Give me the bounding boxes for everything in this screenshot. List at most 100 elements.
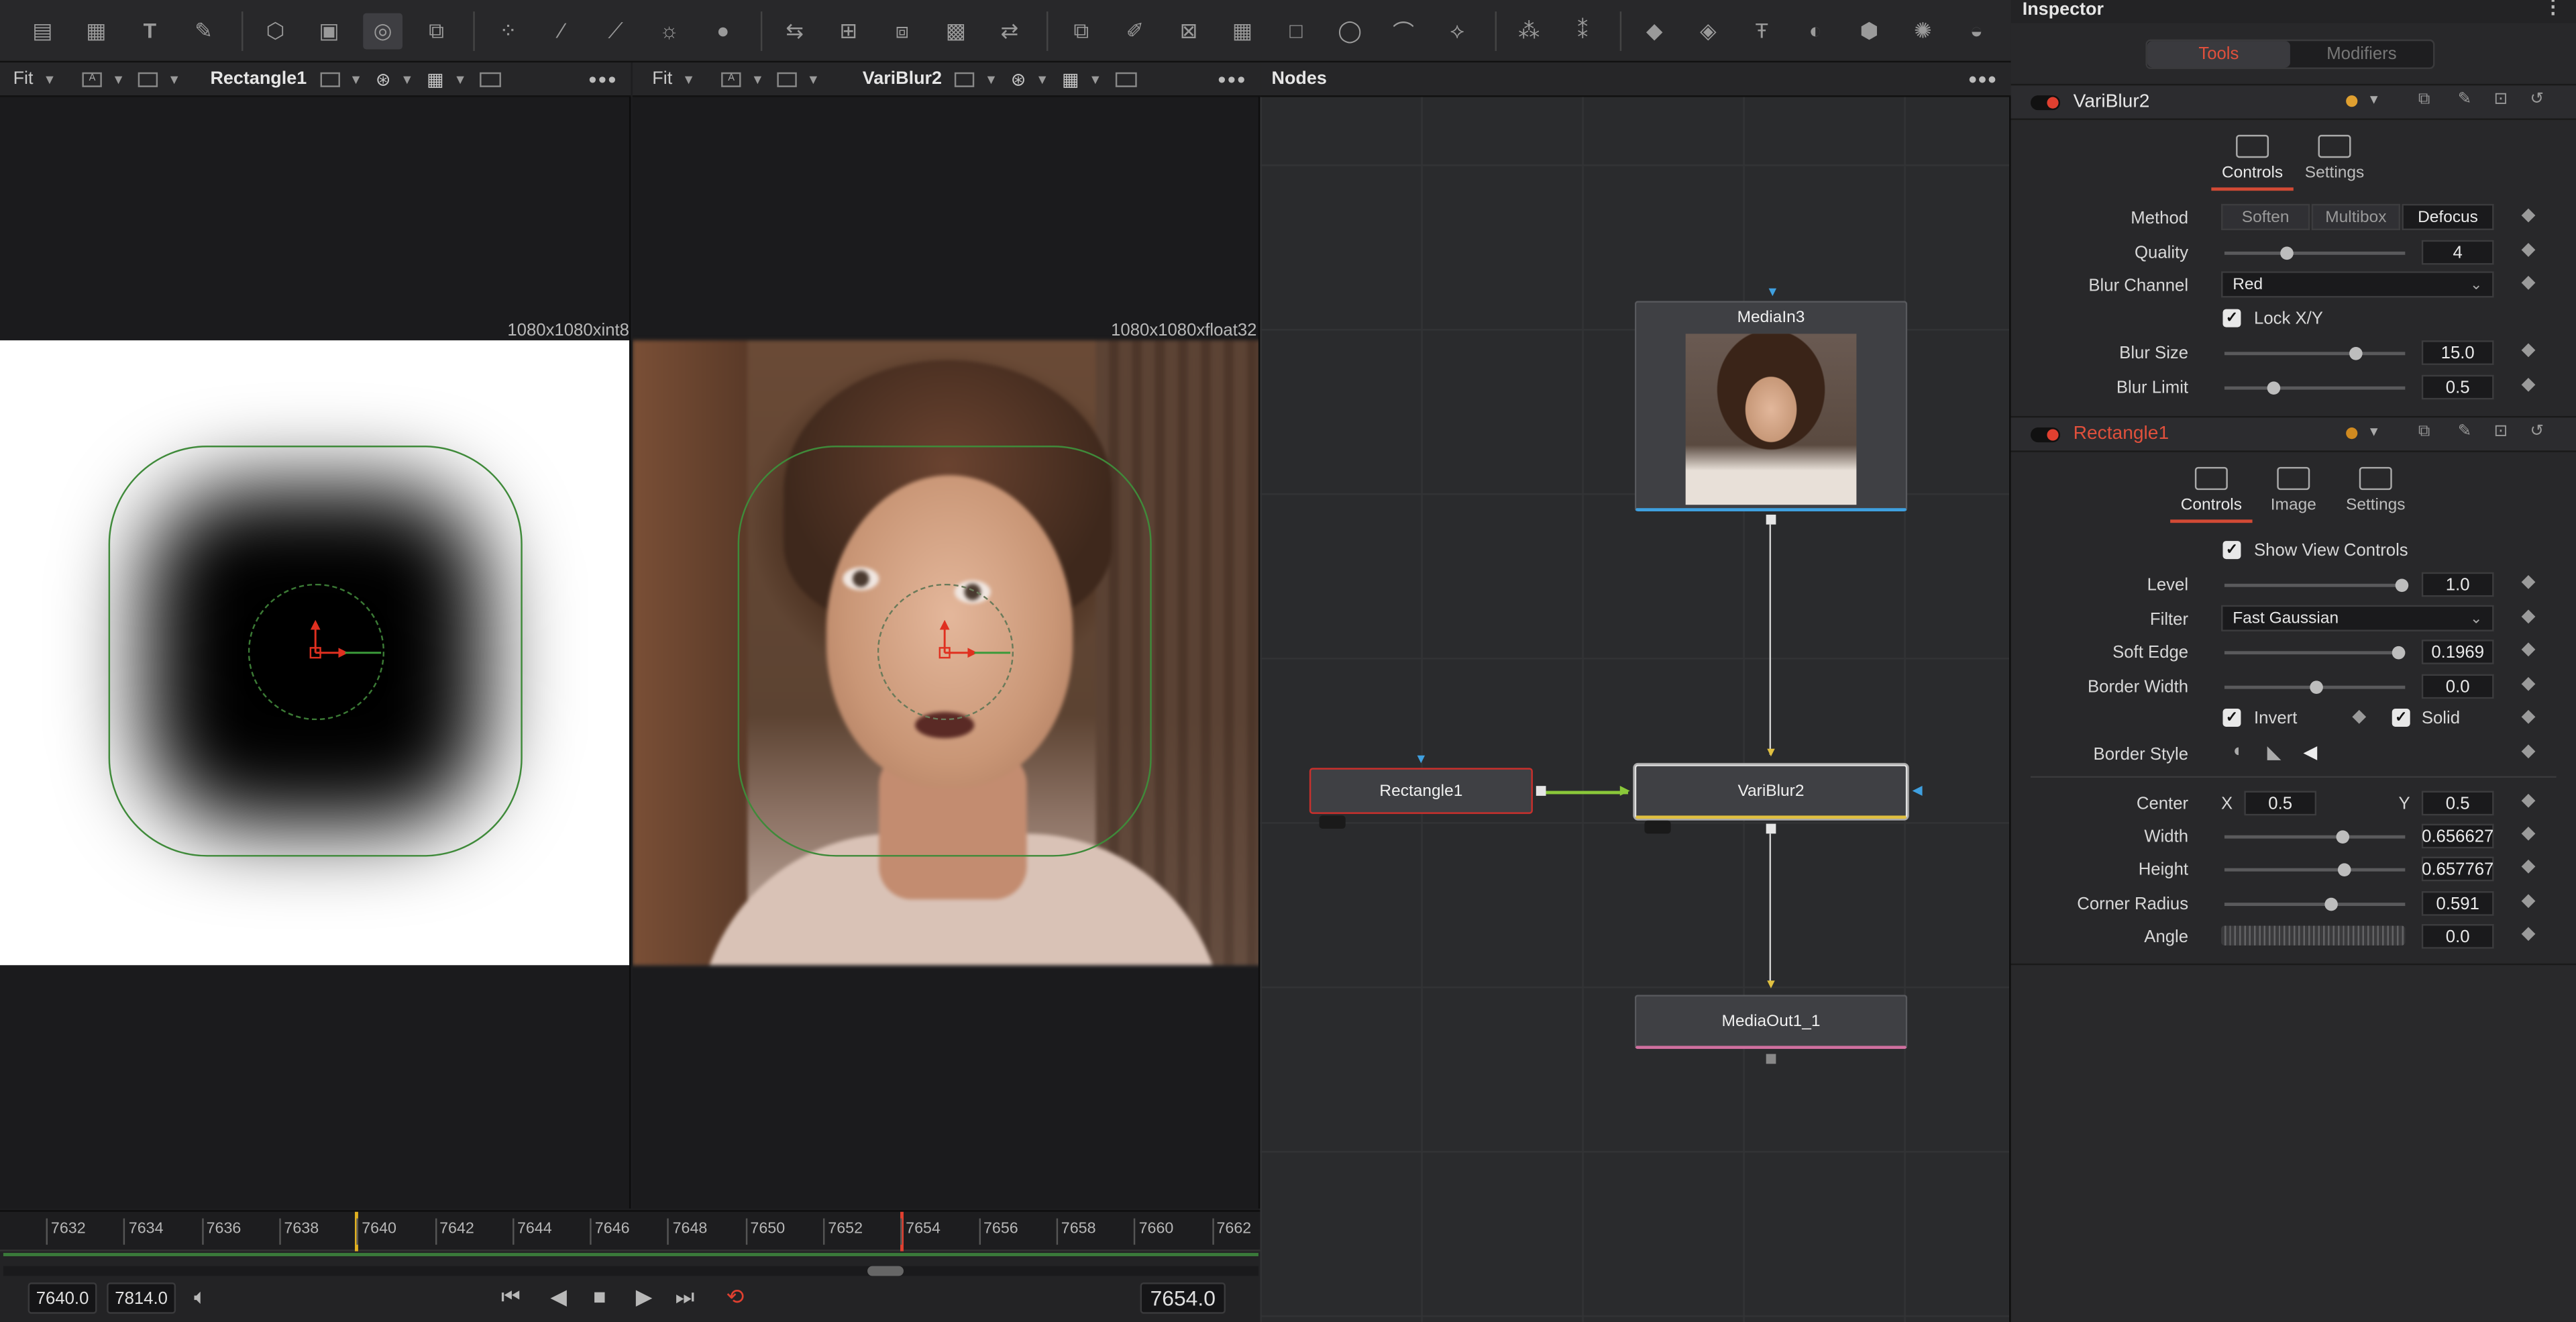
lut-dropdown[interactable]: ▼ xyxy=(777,71,820,87)
scrollbar-thumb[interactable] xyxy=(867,1266,904,1276)
border-width-field[interactable]: 0.0 xyxy=(2421,674,2494,699)
invert-checkbox[interactable]: ✓ xyxy=(2222,709,2241,727)
blur-size-field[interactable]: 15.0 xyxy=(2421,340,2494,365)
slider-knob[interactable] xyxy=(2395,578,2409,593)
reset-icon[interactable]: ↺ xyxy=(2530,423,2544,441)
roi-dropdown[interactable]: ▼ xyxy=(319,71,362,87)
soft-edge-slider[interactable] xyxy=(2224,646,2406,660)
transform-icon[interactable]: ⊞ xyxy=(829,12,868,48)
fit-dropdown[interactable]: Fit ▼ xyxy=(13,69,56,89)
safe-area-button[interactable] xyxy=(480,71,502,87)
render-end-field[interactable]: 7814.0 xyxy=(107,1282,176,1314)
node-toggle-icon[interactable] xyxy=(1644,820,1671,834)
slider-knob[interactable] xyxy=(2337,863,2351,876)
fastnoise-icon[interactable]: ▦ xyxy=(76,12,115,48)
tab-modifiers[interactable]: Modifiers xyxy=(2290,41,2433,67)
color-dot-icon[interactable] xyxy=(2346,95,2358,107)
tab-controls[interactable]: Controls xyxy=(2211,134,2294,191)
lock-icon[interactable]: ⊡ xyxy=(2494,423,2508,441)
blur-channel-dropdown[interactable]: Red ⌄ xyxy=(2221,271,2494,298)
keyframe-icon[interactable] xyxy=(2521,609,2536,624)
shape3d-icon[interactable]: ◆ xyxy=(1635,12,1674,48)
versions-icon[interactable]: ⧉ xyxy=(2418,423,2430,441)
tool-header-rectangle1[interactable]: Rectangle1 ▼ ⧉ ✎ ⊡ ↺ xyxy=(2010,415,2576,452)
border-style-bevel-icon[interactable]: ◣ xyxy=(2267,742,2282,762)
soft-edge-field[interactable]: 0.1969 xyxy=(2421,640,2494,664)
method-multibox-button[interactable]: Multibox xyxy=(2311,203,2400,231)
node-variblur2[interactable]: VariBlur2 xyxy=(1634,764,1908,819)
slider-knob[interactable] xyxy=(2392,646,2406,660)
background-icon[interactable]: ▤ xyxy=(23,12,62,48)
bspline-icon[interactable]: ⌒ xyxy=(1384,12,1423,48)
render3d-icon[interactable]: ⬢ xyxy=(1849,12,1888,48)
planar-icon[interactable]: ▦ xyxy=(1223,12,1262,48)
stop-icon[interactable]: ■ xyxy=(593,1284,606,1309)
color-dropdown[interactable]: ⊛ ▼ xyxy=(376,68,414,89)
light3d-icon[interactable]: ◐ xyxy=(1796,12,1835,48)
loop-icon[interactable]: ⟲ xyxy=(726,1284,744,1311)
lock-xy-checkbox[interactable]: ✓ xyxy=(2222,309,2241,327)
blur-limit-field[interactable]: 0.5 xyxy=(2421,374,2494,400)
viewer-node-name[interactable]: VariBlur2 xyxy=(863,69,942,89)
roi-dropdown[interactable]: ▼ xyxy=(955,71,998,87)
tab-tools[interactable]: Tools xyxy=(2147,41,2290,68)
keyframe-icon[interactable] xyxy=(2521,276,2536,290)
text3d-icon[interactable]: Ŧ xyxy=(1742,12,1781,48)
node-mediain3[interactable]: MediaIn3 xyxy=(1634,301,1908,512)
width-field[interactable]: 0.656627 xyxy=(2421,823,2494,849)
particle-render-icon[interactable]: ⁑ xyxy=(1563,12,1602,48)
render-start-field[interactable]: 7640.0 xyxy=(28,1282,97,1314)
keyframe-icon[interactable] xyxy=(2521,208,2536,223)
polygon-icon[interactable]: ⬡ xyxy=(256,12,294,48)
node-toggle-icon[interactable] xyxy=(1319,815,1346,829)
border-style-round-icon[interactable]: ◖ xyxy=(2231,742,2242,761)
channel-dropdown[interactable]: A ▼ xyxy=(721,71,764,87)
tab-controls[interactable]: Controls xyxy=(2170,466,2253,523)
border-width-slider[interactable] xyxy=(2224,680,2406,694)
quality-slider[interactable] xyxy=(2224,246,2406,260)
audio-icon[interactable]: 🔈︎ xyxy=(194,1284,207,1311)
solid-checkbox[interactable]: ✓ xyxy=(2392,709,2410,727)
angle-thumbwheel[interactable] xyxy=(2221,925,2406,946)
keyframe-icon[interactable] xyxy=(2521,744,2536,759)
blur-icon[interactable]: ⇄ xyxy=(990,12,1029,48)
rectangle-tool-icon[interactable]: ▣ xyxy=(309,12,348,48)
ellipse-mask-icon[interactable]: ◯ xyxy=(1330,12,1369,48)
transform-handle-icon[interactable] xyxy=(925,619,1024,693)
slider-knob[interactable] xyxy=(2280,246,2294,260)
grid-dropdown[interactable]: ▦ ▼ xyxy=(1062,68,1102,89)
crop-icon[interactable]: ▩ xyxy=(936,12,975,48)
resize-icon[interactable]: ⧈ xyxy=(883,12,922,48)
colorcorrect-icon[interactable]: ● xyxy=(704,12,743,48)
pin-icon[interactable]: ✎ xyxy=(2458,91,2472,109)
slider-knob[interactable] xyxy=(2310,680,2323,694)
keyframe-icon[interactable] xyxy=(2521,859,2536,874)
transform-handle-icon[interactable] xyxy=(296,619,394,693)
more-options-icon[interactable]: ••• xyxy=(1218,66,1246,92)
brightness-icon[interactable]: ☼ xyxy=(650,12,689,48)
filter-dropdown[interactable]: Fast Gaussian ⌄ xyxy=(2221,605,2494,631)
node-rectangle1[interactable]: Rectangle1 xyxy=(1309,768,1533,814)
timeline-scrollbar[interactable] xyxy=(3,1266,1258,1276)
level-field[interactable]: 1.0 xyxy=(2421,572,2494,597)
corner-radius-field[interactable]: 0.591 xyxy=(2421,891,2494,916)
nodes-panel[interactable]: Nodes ••• ▼ MediaIn3 ▼ ▼ Rectangle1 ▶ Va… xyxy=(1260,62,2011,1322)
slider-knob[interactable] xyxy=(2336,830,2350,844)
blur-limit-slider[interactable] xyxy=(2224,381,2406,395)
3d-icon[interactable]: ⧉ xyxy=(417,12,456,48)
fit-dropdown[interactable]: Fit ▼ xyxy=(652,69,695,89)
spot-icon[interactable]: ✺ xyxy=(1903,12,1942,48)
particles-icon[interactable]: ⁘ xyxy=(489,12,528,48)
play-forward-icon[interactable]: ▶ xyxy=(636,1284,652,1311)
particle-emitter-icon[interactable]: ⁂ xyxy=(1509,12,1548,48)
keyframe-icon[interactable] xyxy=(2521,676,2536,691)
timeline[interactable]: 7632 7634 7636 7638 7640 7642 7644 7646 7648 7650… xyxy=(0,1210,1260,1322)
viewer-node-name[interactable]: Rectangle1 xyxy=(210,69,307,89)
keyframe-icon[interactable] xyxy=(2521,574,2536,589)
keyframe-icon[interactable] xyxy=(2521,243,2536,257)
slider-knob[interactable] xyxy=(2267,381,2281,395)
keyframe-icon[interactable] xyxy=(2521,377,2536,392)
keyframe-icon[interactable] xyxy=(2521,709,2536,724)
more-options-icon[interactable]: ⋮ xyxy=(2543,0,2563,18)
globe-icon[interactable]: ◒ xyxy=(1957,12,1996,48)
